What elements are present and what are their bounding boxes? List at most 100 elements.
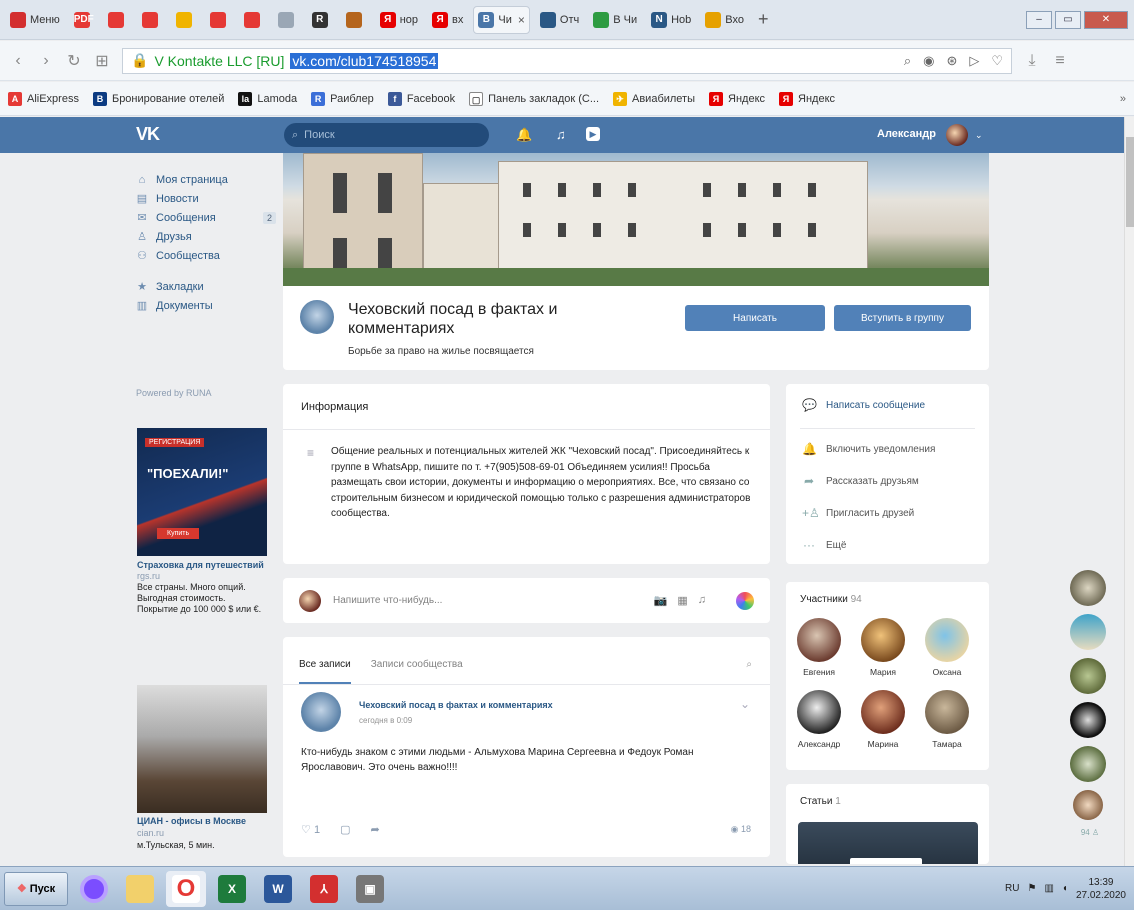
ad-title[interactable]: ЦИАН - офисы в Москве: [137, 815, 265, 827]
sidebar-item[interactable]: ★ Закладки: [136, 277, 276, 296]
new-tab-button[interactable]: +: [758, 9, 769, 30]
taskbar-acrobat[interactable]: ⅄: [304, 871, 344, 907]
menu-icon[interactable]: ≡: [1052, 52, 1068, 70]
group-action[interactable]: ➦ Рассказать друзьям: [802, 474, 919, 488]
stories-icon[interactable]: [736, 591, 754, 610]
group-avatar[interactable]: [298, 298, 336, 336]
chat-avatar[interactable]: [1070, 702, 1106, 738]
sidebar-item[interactable]: ✉ Сообщения 2: [136, 208, 276, 227]
ad-banner-image[interactable]: [137, 685, 267, 813]
camera-icon[interactable]: 📷: [654, 594, 668, 607]
minimize-icon[interactable]: ‒: [1026, 10, 1052, 29]
browser-tab[interactable]: PDF: [70, 6, 98, 34]
bookmark-item[interactable]: ✈ Авиабилеты: [613, 91, 695, 106]
scrollbar[interactable]: [1124, 117, 1134, 866]
tab-all-posts[interactable]: Все записи: [299, 659, 351, 684]
clock[interactable]: 13:39 27.02.2020: [1076, 876, 1126, 902]
browser-tab[interactable]: [274, 6, 302, 34]
sidebar-item[interactable]: ▤ Новости: [136, 189, 276, 208]
network-icon[interactable]: ▥: [1044, 883, 1053, 894]
taskbar-explorer[interactable]: [120, 871, 160, 907]
articles-heading[interactable]: Статьи 1: [800, 796, 841, 807]
send-icon[interactable]: ▷: [969, 53, 979, 69]
download-icon[interactable]: ⤓: [1024, 52, 1040, 70]
browser-tab[interactable]: В Чи ×: [473, 5, 530, 34]
vpn-icon[interactable]: ⊛: [946, 53, 957, 69]
vk-logo[interactable]: VK: [136, 124, 160, 145]
tab-community-posts[interactable]: Записи сообщества: [371, 659, 463, 684]
members-heading[interactable]: Участники 94: [800, 594, 862, 605]
language-indicator[interactable]: RU: [1005, 883, 1019, 894]
camera-icon[interactable]: ◉: [923, 53, 934, 69]
music-icon[interactable]: ♫: [698, 594, 706, 607]
close-tab-icon[interactable]: ×: [518, 13, 525, 27]
ad-text-block[interactable]: ЦИАН - офисы в Москве cian.ru м.Тульская…: [137, 815, 265, 851]
start-button[interactable]: ❖ Пуск: [4, 871, 68, 906]
video-icon[interactable]: ▦: [677, 594, 687, 607]
browser-tab[interactable]: N Ноb: [647, 6, 695, 34]
article-thumbnail[interactable]: [798, 822, 978, 864]
comment-icon[interactable]: ▢: [340, 823, 350, 836]
taskbar-opera[interactable]: O: [166, 870, 206, 907]
bookmark-item[interactable]: Я Яндекс: [779, 91, 835, 106]
url-text[interactable]: vk.com/club174518954: [290, 52, 439, 69]
chat-avatar[interactable]: [1070, 570, 1106, 606]
group-action[interactable]: +♙ Пригласить друзей: [802, 506, 914, 520]
bookmark-item[interactable]: la Lamoda: [238, 91, 297, 106]
browser-tab[interactable]: R: [308, 6, 336, 34]
member-item[interactable]: Александр: [792, 690, 846, 749]
bookmark-item[interactable]: B Бронирование отелей: [92, 91, 224, 106]
sidebar-item[interactable]: ♙ Друзья: [136, 227, 276, 246]
browser-tab[interactable]: [206, 6, 234, 34]
scrollbar-thumb[interactable]: [1126, 137, 1134, 227]
like-button[interactable]: ♡ 1: [301, 823, 320, 836]
bookmark-item[interactable]: ▢ Панель закладок (С...: [469, 91, 599, 106]
browser-tab[interactable]: [104, 6, 132, 34]
taskbar-excel[interactable]: X: [212, 871, 252, 907]
site-identity[interactable]: V Kontakte LLC [RU]: [154, 53, 284, 69]
browser-tab[interactable]: [342, 6, 370, 34]
bell-icon[interactable]: 🔔: [516, 127, 532, 143]
chat-avatar[interactable]: [1070, 658, 1106, 694]
maximize-icon[interactable]: ▭: [1055, 10, 1081, 29]
chat-avatar[interactable]: [1073, 790, 1103, 820]
address-bar[interactable]: 🔒 V Kontakte LLC [RU] vk.com/club1745189…: [122, 47, 1012, 74]
browser-tab[interactable]: Отч: [536, 6, 583, 34]
share-icon[interactable]: ➦: [370, 823, 379, 836]
browser-tab[interactable]: [172, 6, 200, 34]
ad-banner-image[interactable]: РЕГИСТРАЦИЯ "ПОЕХАЛИ!" Купить: [137, 428, 267, 556]
chat-avatar[interactable]: [1070, 746, 1106, 782]
flag-icon[interactable]: ⚑: [1027, 883, 1036, 894]
group-action[interactable]: 💬 Написать сообщение: [802, 398, 925, 412]
ad-text-block[interactable]: Страховка для путешествий rgs.ru Все стр…: [137, 560, 265, 615]
back-icon[interactable]: ‹: [10, 52, 26, 70]
write-message-button[interactable]: Написать: [685, 305, 825, 331]
sidebar-item[interactable]: ⚇ Сообщества: [136, 246, 276, 265]
post-author-avatar[interactable]: [301, 692, 341, 732]
bookmark-item[interactable]: Я Яндекс: [709, 91, 765, 106]
search-icon[interactable]: ⌕: [904, 53, 911, 69]
compose-box[interactable]: Напишите что-нибудь... 📷 ▦ ♫: [283, 578, 770, 623]
vk-search-input[interactable]: ⌕ Поиск: [284, 123, 489, 147]
member-item[interactable]: Оксана: [920, 618, 974, 677]
header-username[interactable]: Александр: [877, 128, 936, 140]
search-icon[interactable]: ⌕: [746, 659, 752, 684]
heart-icon[interactable]: ♡: [991, 53, 1003, 69]
bookmark-item[interactable]: R Раиблер: [311, 91, 374, 106]
browser-tab[interactable]: Меню: [6, 6, 64, 34]
browser-tab[interactable]: В Чи: [589, 6, 641, 34]
volume-icon[interactable]: ◖: [1062, 883, 1068, 894]
browser-tab[interactable]: Явх: [428, 6, 467, 34]
compose-placeholder[interactable]: Напишите что-нибудь...: [333, 595, 442, 606]
taskbar-app[interactable]: ▣: [350, 871, 390, 907]
ad-buy-button[interactable]: Купить: [157, 528, 200, 539]
taskbar-word[interactable]: W: [258, 871, 298, 907]
member-item[interactable]: Мария: [856, 618, 910, 677]
member-item[interactable]: Евгения: [792, 618, 846, 677]
post-time[interactable]: сегодня в 0:09: [359, 716, 412, 725]
more-bookmarks-icon[interactable]: »: [1120, 93, 1126, 105]
browser-tab[interactable]: Янор: [376, 6, 422, 34]
sidebar-item[interactable]: ⌂ Моя страница: [136, 170, 276, 189]
taskbar-alice[interactable]: [74, 871, 114, 907]
forward-icon[interactable]: ›: [38, 52, 54, 70]
